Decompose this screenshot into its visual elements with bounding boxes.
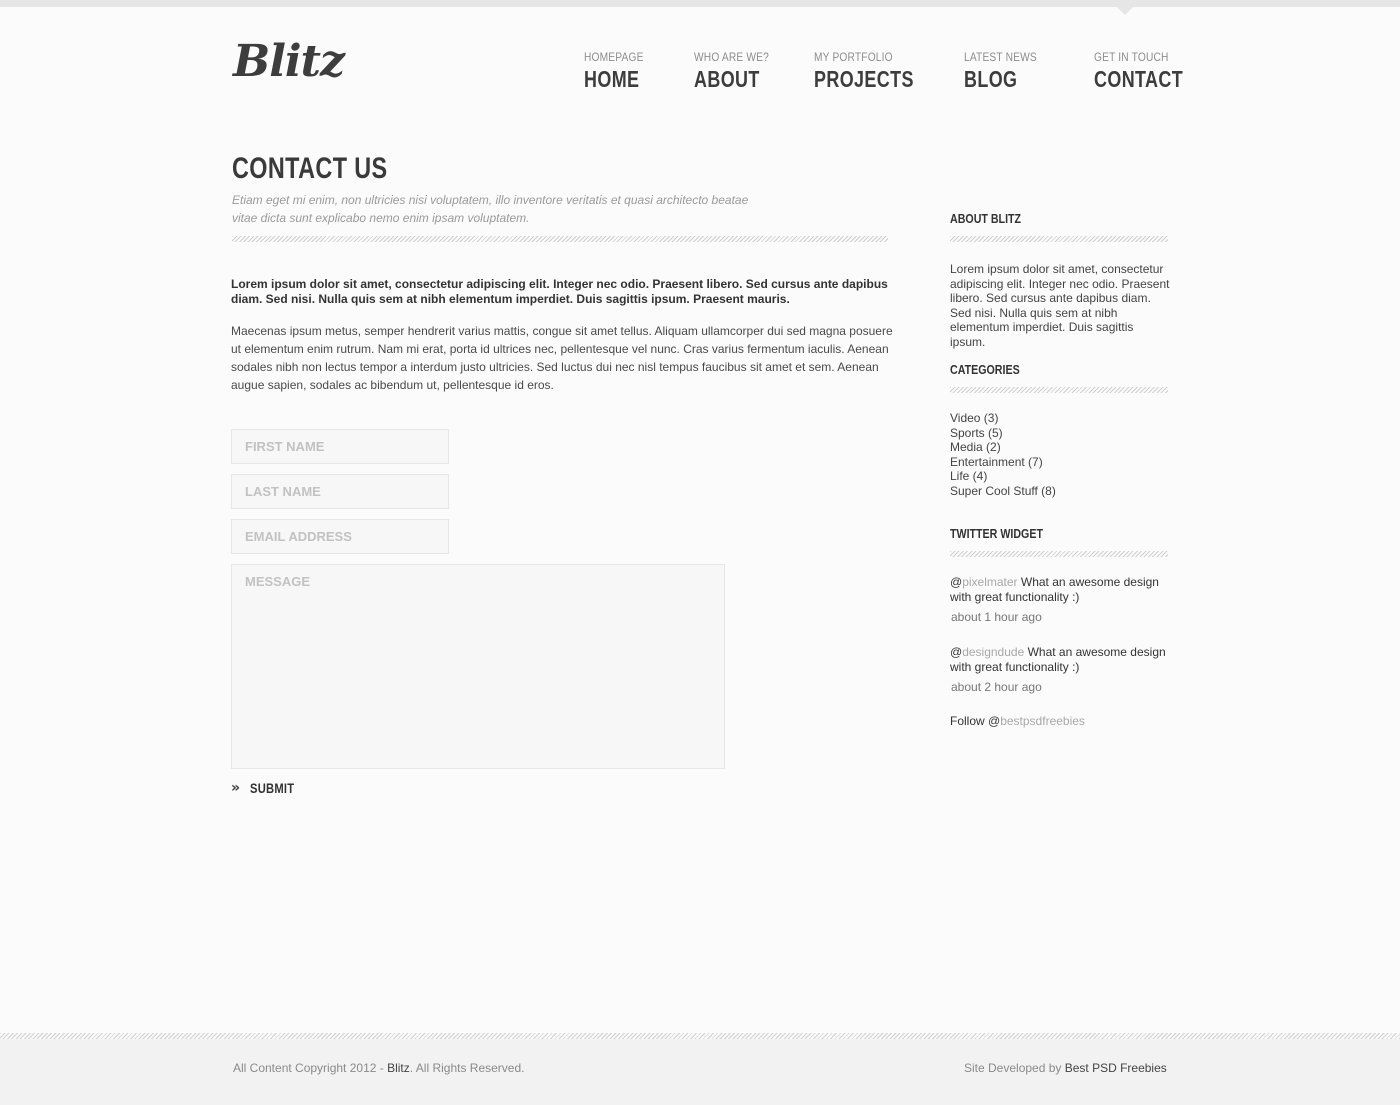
at-sign: @ <box>950 645 963 659</box>
tweet-handle[interactable]: pixelmater <box>962 575 1017 589</box>
follow-link: Follow @bestpsdfreebies <box>950 714 1085 728</box>
credits-prefix: Site Developed by <box>964 1061 1065 1075</box>
tweet-time: about 1 hour ago <box>951 610 1042 624</box>
follow-prefix: Follow @ <box>950 714 1001 728</box>
categories-list: Video (3) Sports (5) Media (2) Entertain… <box>950 411 1170 498</box>
credits: Site Developed by Best PSD Freebies <box>964 1061 1167 1075</box>
nav-item-label: Home <box>584 66 640 92</box>
body-paragraph: Maecenas ipsum metus, semper hendrerit v… <box>231 324 893 392</box>
category-item[interactable]: Super Cool Stuff (8) <box>950 484 1170 499</box>
double-chevron-right-icon: » <box>231 780 240 796</box>
category-item[interactable]: Media (2) <box>950 440 1170 455</box>
footer-brand-link[interactable]: Blitz <box>387 1061 410 1075</box>
nav-item-label: Blog <box>964 66 1018 92</box>
copyright: All Content Copyright 2012 - Blitz. All … <box>233 1061 524 1075</box>
page-subtitle: Etiam eget mi enim, non ultricies nisi v… <box>232 193 749 225</box>
top-bar <box>0 0 1400 7</box>
categories-heading: Categories <box>950 362 1020 377</box>
nav-item-label: Contact <box>1094 66 1184 92</box>
category-item[interactable]: Sports (5) <box>950 426 1170 441</box>
category-item[interactable]: Entertainment (7) <box>950 455 1170 470</box>
nav-item-blog[interactable]: Latest news Blog <box>964 50 1050 93</box>
nav-item-sub: Who are we? <box>694 50 769 64</box>
tweet: @designdude What an awesome design with … <box>950 645 1172 674</box>
credits-link[interactable]: Best PSD Freebies <box>1065 1061 1167 1075</box>
tweet-handle[interactable]: designdude <box>962 645 1024 659</box>
nav-item-label: About <box>694 66 760 92</box>
about-text: Lorem ipsum dolor sit amet, consectetur … <box>950 262 1170 349</box>
category-item[interactable]: Video (3) <box>950 411 1170 426</box>
category-item[interactable]: Life (4) <box>950 469 1170 484</box>
page-title: Contact Us <box>232 152 388 185</box>
first-name-field[interactable] <box>231 429 449 464</box>
divider <box>950 387 1168 393</box>
nav-item-home[interactable]: Homepage Home <box>584 50 655 93</box>
nav-item-contact[interactable]: Get in touch Contact <box>1094 50 1208 93</box>
message-field[interactable] <box>231 564 725 769</box>
nav-item-sub: Get in touch <box>1094 50 1169 64</box>
follow-handle[interactable]: bestpsdfreebies <box>1000 714 1085 728</box>
divider <box>950 551 1168 557</box>
lead-paragraph: Lorem ipsum dolor sit amet, consectetur … <box>231 277 888 306</box>
footer: All Content Copyright 2012 - Blitz. All … <box>0 1039 1400 1105</box>
email-field[interactable] <box>231 519 449 554</box>
last-name-field[interactable] <box>231 474 449 509</box>
nav-item-sub: Homepage <box>584 50 644 64</box>
nav-item-about[interactable]: Who are we? About <box>694 50 782 93</box>
active-nav-indicator <box>1117 7 1133 15</box>
divider <box>232 236 888 242</box>
at-sign: @ <box>950 575 963 589</box>
submit-label: Submit <box>250 780 295 796</box>
nav-item-sub: My portfolio <box>814 50 893 64</box>
nav-item-sub: Latest news <box>964 50 1037 64</box>
twitter-heading: Twitter Widget <box>950 526 1043 541</box>
tweet: @pixelmater What an awesome design with … <box>950 575 1172 604</box>
divider <box>950 236 1168 242</box>
copyright-suffix: . All Rights Reserved. <box>409 1061 525 1075</box>
nav-item-projects[interactable]: My portfolio Projects <box>814 50 942 93</box>
copyright-prefix: All Content Copyright 2012 - <box>233 1061 388 1075</box>
nav-item-label: Projects <box>814 66 914 92</box>
submit-button[interactable]: » Submit <box>231 780 306 796</box>
tweet-time: about 2 hour ago <box>951 680 1042 694</box>
logo[interactable]: Blitz <box>233 36 345 87</box>
about-heading: About Blitz <box>950 211 1022 226</box>
